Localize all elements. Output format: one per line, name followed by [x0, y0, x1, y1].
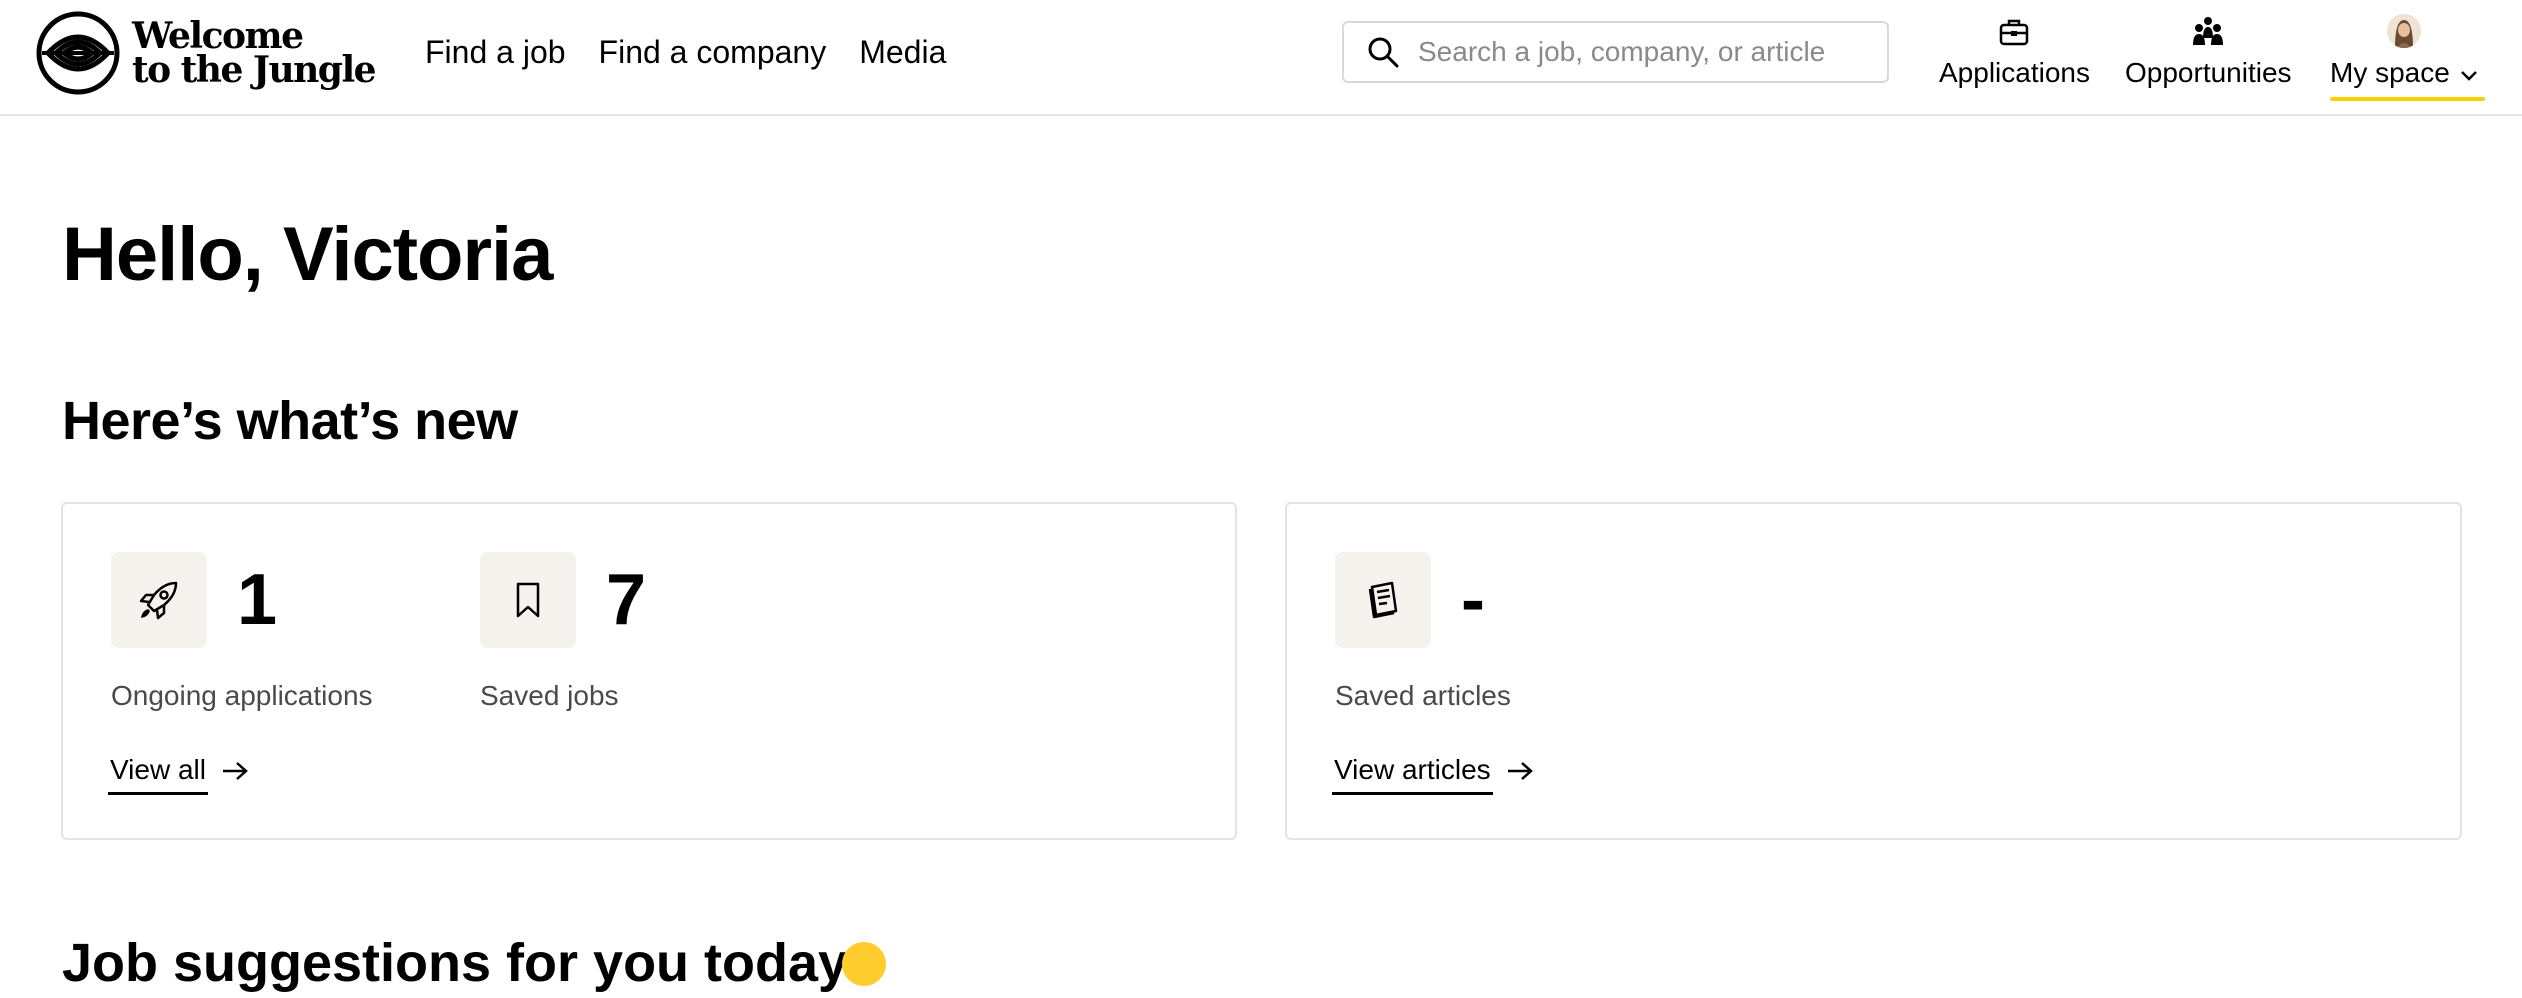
chevron-down-icon [2460, 70, 2477, 81]
people-icon [2193, 17, 2224, 45]
view-all-link[interactable]: View all [108, 752, 250, 795]
activity-card: 1 Ongoing applications 7 Saved jobs View… [61, 502, 1237, 840]
section-title-whats-new: Here’s what’s new [62, 391, 518, 451]
stat-label: Saved articles [1335, 680, 1511, 711]
my-space-text: My space [2330, 57, 2450, 88]
view-articles-link[interactable]: View articles [1332, 752, 1535, 795]
bookmark-icon [516, 582, 540, 618]
top-header: Welcome to the Jungle Find a job Find a … [0, 0, 2522, 116]
logo-wordmark: Welcome to the Jungle [132, 15, 377, 91]
nav-find-job[interactable]: Find a job [425, 30, 566, 74]
nav-opportunities[interactable]: Opportunities [2125, 14, 2292, 90]
briefcase-icon [2000, 19, 2029, 46]
site-logo[interactable]: Welcome to the Jungle [36, 10, 377, 96]
emoji-icon [842, 942, 886, 986]
nav-applications[interactable]: Applications [1939, 14, 2090, 90]
saved-articles-card: - Saved articles View articles [1285, 502, 2462, 840]
logo-mark-icon [36, 11, 120, 95]
nav-my-space[interactable]: My space [2330, 14, 2478, 90]
search-input[interactable] [1416, 35, 1880, 69]
nav-media[interactable]: Media [859, 30, 946, 74]
nav-opportunities-label: Opportunities [2125, 57, 2292, 88]
avatar [2386, 14, 2421, 48]
search-icon [1368, 37, 1399, 68]
notebook-icon [1368, 581, 1398, 619]
stat-label: Saved jobs [480, 680, 619, 711]
stat-value: 7 [606, 560, 647, 640]
page-title: Hello, Victoria [62, 212, 553, 297]
stat-icon-box [111, 552, 207, 648]
stat-icon-box [480, 552, 576, 648]
section-title-job-suggestions: Job suggestions for you today [62, 933, 849, 993]
nav-my-space-label: My space [2330, 56, 2478, 90]
main-nav: Find a job Find a company Media [425, 30, 979, 74]
stat-value: - [1461, 560, 1485, 640]
nav-find-company[interactable]: Find a company [599, 30, 827, 74]
rocket-icon [139, 581, 178, 620]
stat-value: 1 [237, 560, 278, 640]
active-tab-underline [2330, 97, 2485, 101]
stat-icon-box [1335, 552, 1431, 648]
avatar-image [2386, 14, 2421, 48]
search-box[interactable] [1342, 21, 1889, 83]
view-articles-label: View articles [1332, 752, 1493, 795]
nav-applications-label: Applications [1939, 57, 2090, 88]
view-all-label: View all [108, 752, 208, 795]
logo-line-2: to the Jungle [132, 49, 377, 91]
arrow-right-icon [222, 761, 248, 780]
arrow-right-icon [1507, 761, 1533, 780]
stat-label: Ongoing applications [111, 680, 373, 711]
logo-line-1: Welcome [132, 15, 304, 57]
